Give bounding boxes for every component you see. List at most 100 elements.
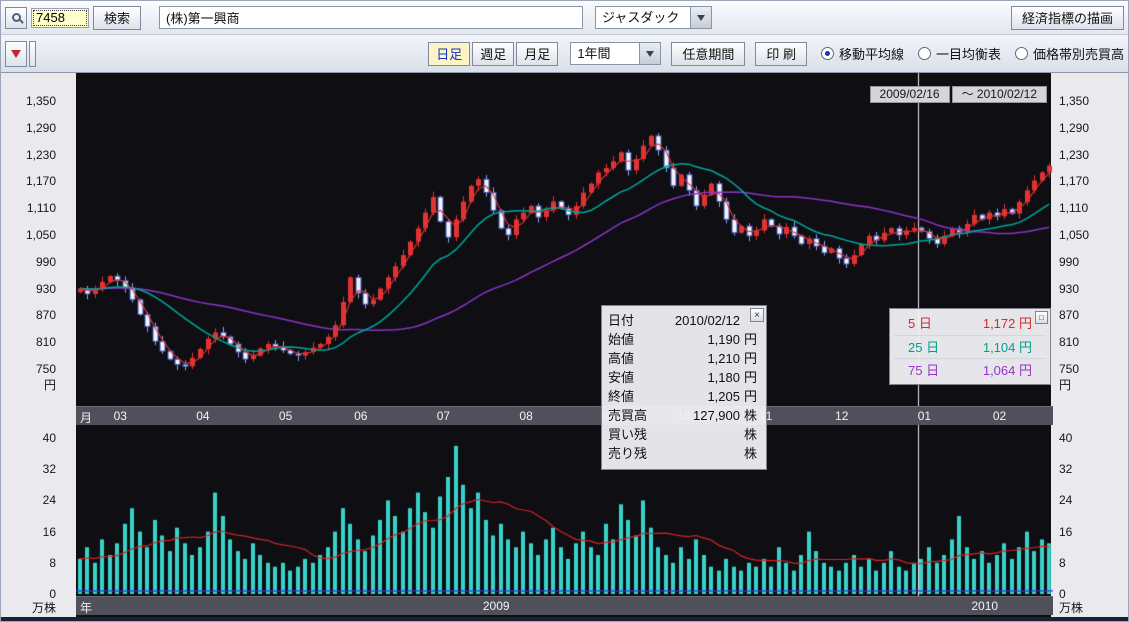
date-range-start: 2009/02/16 xyxy=(870,86,950,103)
volume-axis-label: 40 xyxy=(43,431,56,445)
market-select-arrow-button[interactable] xyxy=(690,6,712,29)
search-icon-button[interactable] xyxy=(5,7,27,29)
radio-icon xyxy=(918,47,931,60)
price-axis-label: 1,290 xyxy=(26,121,56,135)
app-window: 検索 ジャスダック 経済指標の描画 日足 週足 月足 1年間 任意期間 印 刷 … xyxy=(0,0,1129,622)
month-label: 06 xyxy=(354,409,367,423)
volume-axis-label: 16 xyxy=(1059,525,1072,539)
price-axis-label: 990 xyxy=(1059,255,1079,269)
stock-name-input[interactable] xyxy=(159,6,583,29)
ma-legend-rows: 5 日1,172 円25 日1,104 円75 日1,064 円 xyxy=(894,312,1046,381)
month-label: 02 xyxy=(993,409,1006,423)
volume-axis-unit: 万株 xyxy=(1059,601,1083,615)
month-label: 05 xyxy=(279,409,292,423)
period-daily-button[interactable]: 日足 xyxy=(428,42,470,66)
custom-period-button[interactable]: 任意期間 xyxy=(671,42,745,66)
volume-axis-unit: 万株 xyxy=(32,601,56,615)
radio-ichimoku-label: 一目均衡表 xyxy=(936,44,1001,63)
radio-volume-by-price-label: 価格帯別売買高 xyxy=(1033,44,1124,63)
volume-axis-label: 24 xyxy=(1059,493,1072,507)
month-label: 04 xyxy=(196,409,209,423)
price-axis-label: 1,230 xyxy=(1059,148,1089,162)
price-axis-label: 810 xyxy=(36,335,56,349)
radio-moving-average[interactable]: 移動平均線 xyxy=(821,44,904,63)
price-axis-label: 870 xyxy=(36,308,56,322)
price-axis-label: 1,170 xyxy=(26,174,56,188)
price-axis-label: 750 xyxy=(36,362,56,376)
stock-code-input[interactable] xyxy=(31,8,89,28)
year-label: 2010 xyxy=(971,599,998,613)
price-axis-label: 1,050 xyxy=(26,228,56,242)
volume-axis-label: 8 xyxy=(49,556,56,570)
price-axis-label: 1,350 xyxy=(26,94,56,108)
market-select-value[interactable]: ジャスダック xyxy=(595,6,691,29)
chevron-down-icon xyxy=(646,51,654,57)
period-weekly-button[interactable]: 週足 xyxy=(472,42,514,66)
radio-icon xyxy=(1015,47,1028,60)
price-axis-label: 870 xyxy=(1059,308,1079,322)
month-axis-title: 月 xyxy=(80,409,92,426)
period-monthly-button[interactable]: 月足 xyxy=(516,42,558,66)
volume-axis-label: 16 xyxy=(43,525,56,539)
panel-handle[interactable] xyxy=(29,41,36,67)
tooltip-row: 売り残株 xyxy=(608,444,760,463)
tooltip-row: 終値1,205円 xyxy=(608,387,760,406)
radio-volume-by-price[interactable]: 価格帯別売買高 xyxy=(1015,44,1124,63)
legend-row: 5 日1,172 円 xyxy=(894,312,1046,335)
tooltip-row: 日付2010/02/12 xyxy=(608,311,760,330)
price-axis-label: 1,350 xyxy=(1059,94,1089,108)
chevron-down-icon xyxy=(697,15,705,21)
range-select: 1年間 xyxy=(570,42,661,65)
tooltip-row: 高値1,210円 xyxy=(608,349,760,368)
month-label: 12 xyxy=(835,409,848,423)
price-axis-label: 930 xyxy=(1059,282,1079,296)
ma-legend: □ 5 日1,172 円25 日1,104 円75 日1,064 円 xyxy=(889,308,1051,385)
tooltip-row: 買い残株 xyxy=(608,425,760,444)
period-controls: 日足 週足 月足 1年間 任意期間 印 刷 移動平均線 一目均衡表 価格帯別売買… xyxy=(426,42,1124,66)
panel-collapse-button[interactable] xyxy=(5,41,27,67)
volume-chart[interactable] xyxy=(76,425,1053,596)
legend-minimize-button[interactable]: □ xyxy=(1035,311,1048,324)
range-select-value[interactable]: 1年間 xyxy=(570,42,640,65)
tooltip-row: 売買高127,900株 xyxy=(608,406,760,425)
price-axis-label: 1,110 xyxy=(1059,201,1088,215)
price-axis-label: 1,290 xyxy=(1059,121,1089,135)
price-axis-label: 1,230 xyxy=(26,148,56,162)
range-select-arrow-button[interactable] xyxy=(639,42,661,65)
year-axis-title: 年 xyxy=(80,599,92,616)
volume-axis-label: 8 xyxy=(1059,556,1066,570)
print-button[interactable]: 印 刷 xyxy=(755,42,807,66)
month-label: 07 xyxy=(437,409,450,423)
search-button[interactable]: 検索 xyxy=(93,6,141,30)
radio-icon xyxy=(821,47,834,60)
date-range-badge: 2009/02/16 ～ 2010/02/12 xyxy=(870,86,1047,103)
time-axis-months: 月030405060708091011120102 xyxy=(76,406,1053,425)
volume-axis-label: 32 xyxy=(1059,462,1072,476)
volume-axis-label: 32 xyxy=(43,462,56,476)
radio-ichimoku[interactable]: 一目均衡表 xyxy=(918,44,1001,63)
volume-axis-label: 24 xyxy=(43,493,56,507)
triangle-down-icon xyxy=(11,50,21,58)
chart-area: 1,350 1,290 1,230 1,170 1,110 1,050 990 930 870 8… xyxy=(1,73,1128,617)
ohlc-tooltip: × 日付2010/02/12始値1,190円高値1,210円安値1,180円終値… xyxy=(601,305,767,470)
price-axis-label: 930 xyxy=(36,282,56,296)
radio-moving-average-label: 移動平均線 xyxy=(839,44,904,63)
market-select: ジャスダック xyxy=(595,6,712,29)
price-axis-unit: 円 xyxy=(44,378,56,392)
volume-axis-label: 40 xyxy=(1059,431,1072,445)
legend-row: 25 日1,104 円 xyxy=(894,335,1046,358)
price-axis-label: 810 xyxy=(1059,335,1079,349)
time-axis-years: 年20092010 xyxy=(76,596,1053,615)
tooltip-close-button[interactable]: × xyxy=(750,308,764,322)
price-axis-label: 1,170 xyxy=(1059,174,1089,188)
price-axis-label: 990 xyxy=(36,255,56,269)
toolbar-primary: 検索 ジャスダック 経済指標の描画 xyxy=(1,1,1128,35)
month-label: 01 xyxy=(918,409,931,423)
price-axis-label: 1,110 xyxy=(27,201,56,215)
tooltip-row: 始値1,190円 xyxy=(608,330,760,349)
price-axis-left: 1,350 1,290 1,230 1,170 1,110 1,050 990 930 870 8… xyxy=(1,73,76,617)
price-axis-label: 1,050 xyxy=(1059,228,1089,242)
legend-row: 75 日1,064 円 xyxy=(894,358,1046,381)
ohlc-tooltip-rows: 日付2010/02/12始値1,190円高値1,210円安値1,180円終値1,… xyxy=(608,311,760,463)
economic-indicator-button[interactable]: 経済指標の描画 xyxy=(1011,6,1124,30)
